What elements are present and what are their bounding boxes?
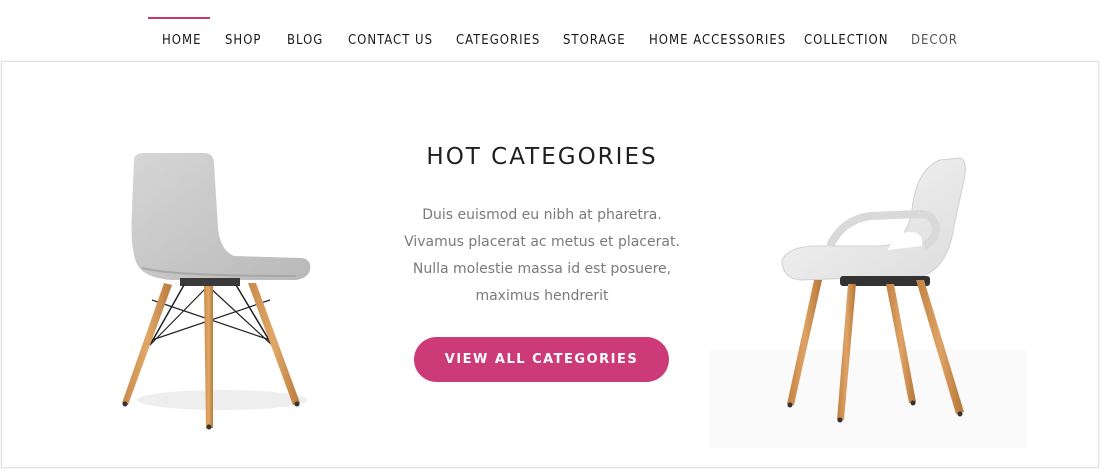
nav-item-collection[interactable]: COLLECTION	[804, 30, 889, 52]
nav-item-shop[interactable]: SHOP	[225, 30, 261, 52]
nav-item-home-accessories[interactable]: HOME ACCESSORIES	[649, 30, 786, 52]
nav-item-blog[interactable]: BLOG	[287, 30, 323, 52]
armchair-image	[710, 157, 1026, 448]
active-nav-indicator	[148, 17, 210, 19]
section-title: HOT CATEGORIES	[426, 144, 658, 170]
nav-item-categories[interactable]: CATEGORIES	[456, 30, 540, 52]
main-navigation: HOME SHOP BLOG CONTACT US CATEGORIES STO…	[0, 0, 1100, 62]
view-all-categories-button[interactable]: VIEW ALL CATEGORIES	[414, 337, 669, 382]
nav-item-storage[interactable]: STORAGE	[563, 30, 626, 52]
nav-item-decor[interactable]: DECOR	[911, 30, 958, 52]
hot-categories-panel: HOT CATEGORIES Duis euismod eu nibh at p…	[1, 61, 1099, 468]
section-description: Duis euismod eu nibh at pharetra. Vivamu…	[404, 207, 680, 304]
grey-side-chair-image[interactable]	[112, 150, 322, 435]
chair-image	[122, 153, 311, 430]
nav-item-home[interactable]: HOME	[162, 30, 201, 52]
white-armchair-image[interactable]	[710, 150, 1030, 450]
nav-item-contact-us[interactable]: CONTACT US	[348, 30, 433, 52]
